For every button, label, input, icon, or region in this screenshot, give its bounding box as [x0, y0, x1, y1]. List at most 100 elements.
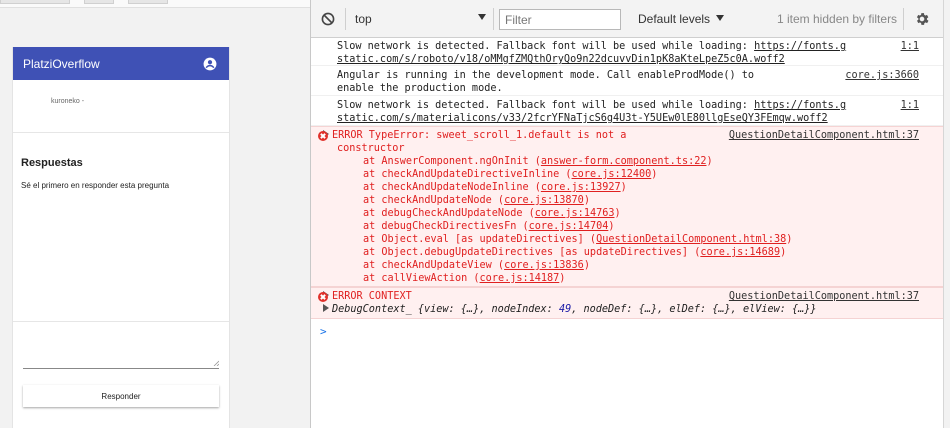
stack-function: ): [780, 247, 787, 258]
stack-function: at AnswerComponent.ngOnInit (: [363, 156, 541, 167]
account-circle-icon[interactable]: [203, 57, 217, 71]
stack-function: ): [651, 169, 658, 180]
stack-function: at callViewAction (: [363, 273, 480, 284]
console-message: Angular is running in the development mo…: [311, 66, 943, 96]
stack-frame: at Object.eval [as updateDirectives] (Qu…: [337, 233, 917, 246]
object-name: DebugContext_: [332, 304, 412, 315]
stack-function: at checkAndUpdateNodeInline (: [363, 182, 541, 193]
stack-frame: at debugCheckAndUpdateNode (core.js:1476…: [337, 207, 917, 220]
error-message: constructor: [337, 143, 405, 154]
username: kuroneko -: [51, 98, 85, 105]
stack-frame: at checkAndUpdateDirectiveInline (core.j…: [337, 168, 917, 181]
message-text: Slow network is detected. Fallback font …: [337, 41, 755, 52]
message-text: Slow network is detected. Fallback font …: [337, 100, 755, 111]
console-prompt[interactable]: >: [320, 325, 327, 338]
object-preview: {view: {…}, nodeIndex:: [411, 304, 559, 315]
source-link[interactable]: 1:1: [896, 99, 919, 112]
stack-source-link[interactable]: core.js:14763: [535, 208, 615, 219]
stack-function: at checkAndUpdateNode (: [363, 195, 505, 206]
console-error: ERROR CONTEXT DebugContext_ {view: {…}, …: [311, 287, 943, 319]
error-icon: [318, 131, 328, 141]
source-link[interactable]: core.js:3660: [841, 69, 919, 82]
message-text: enable the production mode.: [337, 83, 503, 94]
log-levels-dropdown[interactable]: Default levels: [638, 12, 725, 26]
stack-source-link[interactable]: core.js:13927: [541, 182, 621, 193]
settings-gear-icon[interactable]: [914, 11, 930, 27]
toolbar-divider: [345, 8, 346, 30]
toolbar-divider: [493, 8, 494, 30]
stack-source-link[interactable]: core.js:12400: [572, 169, 652, 180]
stack-frame: at callViewAction (core.js:14187): [337, 272, 917, 285]
stack-source-link[interactable]: answer-form.component.ts:22: [541, 156, 707, 167]
respond-button[interactable]: Responder: [23, 385, 219, 407]
error-stack-trace: at AnswerComponent.ngOnInit (answer-form…: [337, 155, 917, 285]
width-field[interactable]: [84, 0, 114, 4]
source-link[interactable]: 1:1: [896, 40, 919, 53]
console-message: Slow network is detected. Fallback font …: [311, 96, 943, 126]
error-icon: [318, 292, 328, 302]
stack-function: at debugCheckDirectivesFn (: [363, 221, 529, 232]
stack-frame: at AnswerComponent.ngOnInit (answer-form…: [337, 155, 917, 168]
message-link[interactable]: static.com/s/roboto/v18/oMMgfZMQthOryQo9…: [337, 53, 917, 66]
console-output: Slow network is detected. Fallback font …: [311, 38, 943, 428]
empty-answers-message: Sé el primero en responder esta pregunta: [21, 181, 170, 190]
answers-section: Respuestas Sé el primero en responder es…: [13, 148, 229, 322]
stack-function: at Object.eval [as updateDirectives] (: [363, 234, 597, 245]
stack-source-link[interactable]: core.js:14689: [700, 247, 780, 258]
stack-function: ): [614, 208, 621, 219]
log-levels-label: Default levels: [638, 12, 711, 26]
error-message: ERROR CONTEXT: [332, 291, 412, 302]
devtools-console-panel: top Default levels 1 item hidden by filt…: [310, 0, 943, 428]
hidden-items-count[interactable]: 1 item hidden by filters: [777, 12, 897, 26]
stack-function: at checkAndUpdateDirectiveInline (: [363, 169, 572, 180]
stack-source-link[interactable]: core.js:13870: [504, 195, 584, 206]
stack-function: at debugCheckAndUpdateNode (: [363, 208, 535, 219]
stack-source-link[interactable]: core.js:13836: [504, 260, 584, 271]
error-message: ERROR TypeError: sweet_scroll_1.default …: [332, 130, 627, 141]
stack-function: ): [583, 260, 590, 271]
context-selector[interactable]: top: [355, 12, 487, 26]
app-bar: PlatziOverflow: [13, 47, 229, 80]
stack-function: ): [706, 156, 713, 167]
stack-function: ): [786, 234, 793, 245]
stack-source-link[interactable]: QuestionDetailComponent.html:38: [596, 234, 786, 245]
console-toolbar: top Default levels 1 item hidden by filt…: [311, 0, 943, 38]
height-field[interactable]: [128, 0, 168, 4]
stack-function: ): [620, 182, 627, 193]
answer-textarea[interactable]: [23, 331, 219, 369]
clear-console-icon[interactable]: [321, 12, 335, 26]
app-preview: PlatziOverflow kuroneko - Respuestas Sé …: [0, 0, 310, 428]
expand-triangle-icon[interactable]: [323, 304, 329, 312]
source-link[interactable]: QuestionDetailComponent.html:37: [724, 129, 919, 142]
console-message: Slow network is detected. Fallback font …: [311, 38, 943, 66]
message-link[interactable]: https://fonts.g: [754, 100, 846, 111]
answers-heading: Respuestas: [21, 157, 83, 169]
toolbar-divider: [903, 8, 904, 30]
window-edge: [943, 0, 950, 428]
stack-source-link[interactable]: core.js:14704: [529, 221, 609, 232]
app-title: PlatziOverflow: [23, 56, 100, 71]
stack-source-link[interactable]: core.js:14187: [480, 273, 560, 284]
console-error: ERROR TypeError: sweet_scroll_1.default …: [311, 126, 943, 287]
object-number: 49: [558, 304, 572, 315]
debug-context-object[interactable]: DebugContext_ {view: {…}, nodeIndex: 49,…: [323, 303, 917, 316]
question-header: kuroneko -: [13, 80, 229, 133]
message-link[interactable]: static.com/s/materialicons/v33/2fcrYFNaT…: [337, 112, 917, 125]
filter-input[interactable]: [499, 9, 621, 30]
mobile-viewport: PlatziOverflow kuroneko - Respuestas Sé …: [12, 47, 230, 428]
stack-frame: at checkAndUpdateNodeInline (core.js:139…: [337, 181, 917, 194]
message-text: Angular is running in the development mo…: [337, 70, 755, 81]
stack-function: at checkAndUpdateView (: [363, 260, 505, 271]
resize-grip-icon[interactable]: [213, 360, 219, 366]
message-link[interactable]: https://fonts.g: [754, 41, 846, 52]
preview-toolbar: [0, 0, 310, 8]
stack-frame: at checkAndUpdateNode (core.js:13870): [337, 194, 917, 207]
dropdown-arrow-icon: [716, 15, 725, 21]
stack-frame: at Object.debugUpdateDirectives [as upda…: [337, 246, 917, 259]
context-value: top: [355, 12, 372, 26]
device-select[interactable]: [0, 0, 70, 4]
stack-frame: at checkAndUpdateView (core.js:13836): [337, 259, 917, 272]
stack-frame: at debugCheckDirectivesFn (core.js:14704…: [337, 220, 917, 233]
source-link[interactable]: QuestionDetailComponent.html:37: [724, 290, 919, 303]
stack-function: at Object.debugUpdateDirectives [as upda…: [363, 247, 701, 258]
